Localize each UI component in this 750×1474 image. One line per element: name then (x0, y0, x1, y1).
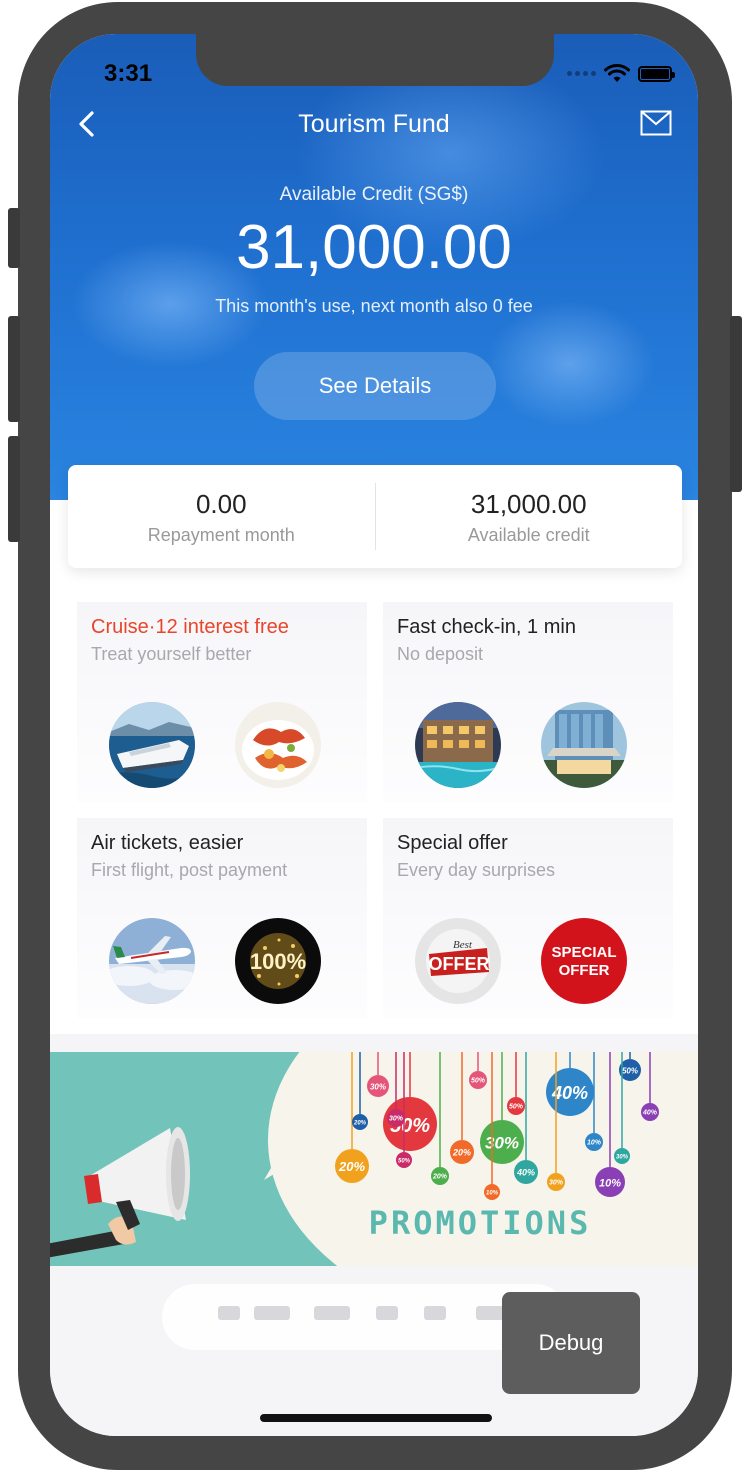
stat-label: Available credit (467, 525, 590, 545)
debug-button[interactable]: Debug (502, 1292, 640, 1394)
sale-tag-label: 10% (599, 1178, 621, 1190)
sale-tag-label: 10% (486, 1190, 499, 1196)
summary-card: 0.00 Repayment month 31,000.00 Available… (68, 465, 682, 568)
tile-subtitle: No deposit (397, 644, 484, 664)
sale-tag-label: 30% (549, 1180, 564, 1187)
promotions-word: PROMOTIONS (369, 1204, 592, 1242)
promotions-illustration: 50% 40% 30% 20% 10% 30% 50% 20% 40% 30% 50% 10% 20% 3… (50, 1052, 698, 1266)
sale-tag-label: 40% (516, 1168, 535, 1178)
mail-icon[interactable] (640, 110, 672, 136)
blurred-text (424, 1306, 446, 1320)
signal-icon (567, 71, 596, 76)
promotions-banner[interactable]: 50% 40% 30% 20% 10% 30% 50% 20% 40% 30% 50% 10% 20% 3… (50, 1052, 698, 1266)
tile-special-offer[interactable]: Special offer Every day surprises Best O… (383, 818, 673, 1018)
stat-label: Repayment month (147, 525, 295, 545)
volume-down-button (8, 436, 20, 542)
tile-title: Cruise·12 interest free (91, 616, 289, 638)
power-button (730, 316, 742, 492)
tile-subtitle: Every day surprises (397, 860, 556, 880)
sale-tag-label: 20% (338, 1159, 365, 1174)
battery-icon (638, 65, 675, 82)
badge-text: Best (453, 939, 473, 951)
blurred-text (314, 1306, 350, 1320)
cruise-ship-photo (109, 702, 195, 788)
page-title: Tourism Fund (298, 110, 450, 138)
badge-text: OFFER (559, 962, 610, 979)
special-offer-badge: SPECIAL OFFER (541, 918, 627, 1004)
mute-switch (8, 208, 20, 268)
home-indicator[interactable] (260, 1414, 492, 1422)
fee-note: This month's use, next month also 0 fee (215, 296, 533, 316)
best-offer-badge: Best OFFER (415, 918, 501, 1004)
sale-tag-label: 40% (642, 1110, 658, 1117)
status-time: 3:31 (104, 60, 153, 87)
wifi-icon (604, 64, 630, 82)
sale-tag-label: 50% (398, 1158, 411, 1164)
sale-tag-label: 20% (353, 1120, 367, 1126)
hotel-pool-photo (415, 702, 501, 788)
sale-tag-label: 30% (616, 1154, 629, 1160)
blurred-text (254, 1306, 290, 1320)
blurred-text (376, 1306, 398, 1320)
blurred-text (218, 1306, 240, 1320)
tile-title: Fast check-in, 1 min (397, 616, 576, 638)
tile-cruise[interactable]: Cruise·12 interest free Treat yourself b… (77, 602, 367, 802)
badge-text: OFFER (429, 954, 490, 974)
sale-tag-label: 30% (389, 1116, 404, 1123)
stat-value: 31,000.00 (470, 489, 587, 519)
app-screen: 3:31 Tourism Fund Available Credit (SG$)… (50, 34, 698, 1436)
sale-tag-label: 30% (370, 1082, 386, 1091)
tile-subtitle: Treat yourself better (91, 644, 252, 664)
tile-title: Special offer (397, 832, 508, 854)
megaphone-icon (50, 1127, 190, 1258)
sale-tag-label: 50% (509, 1104, 524, 1111)
available-credit-label: Available Credit (SG$) (279, 184, 469, 205)
sale-tag-label: 10% (587, 1140, 602, 1147)
badge-text: SPECIAL (551, 944, 616, 961)
tile-air-tickets[interactable]: Air tickets, easier First flight, post p… (77, 818, 367, 1018)
sale-tag-label: 20% (452, 1148, 471, 1158)
tile-title: Air tickets, easier (91, 832, 244, 854)
available-credit-stat[interactable]: 31,000.00 Available credit (376, 465, 683, 568)
sale-tag-label: 30% (485, 1134, 519, 1153)
gold-100-percent-badge: 100% (235, 918, 321, 1004)
airplane-photo (109, 918, 195, 1004)
tile-hotel[interactable]: Fast check-in, 1 min No deposit (383, 602, 673, 802)
volume-up-button (8, 316, 20, 422)
notch (196, 34, 554, 86)
sale-tag-label: 50% (622, 1066, 638, 1075)
tile-subtitle: First flight, post payment (91, 860, 288, 880)
available-credit-amount: 31,000.00 (236, 213, 512, 282)
lobster-dish-photo (235, 702, 321, 788)
status-icons (567, 64, 675, 83)
stat-value: 0.00 (195, 489, 247, 519)
sale-tag-label: 50% (471, 1078, 486, 1085)
badge-text: 100% (250, 949, 306, 974)
repayment-month-stat[interactable]: 0.00 Repayment month (68, 465, 375, 568)
sale-tag-label: 20% (432, 1174, 448, 1181)
hotel-entrance-photo (541, 702, 627, 788)
see-details-button[interactable]: See Details (254, 352, 496, 420)
